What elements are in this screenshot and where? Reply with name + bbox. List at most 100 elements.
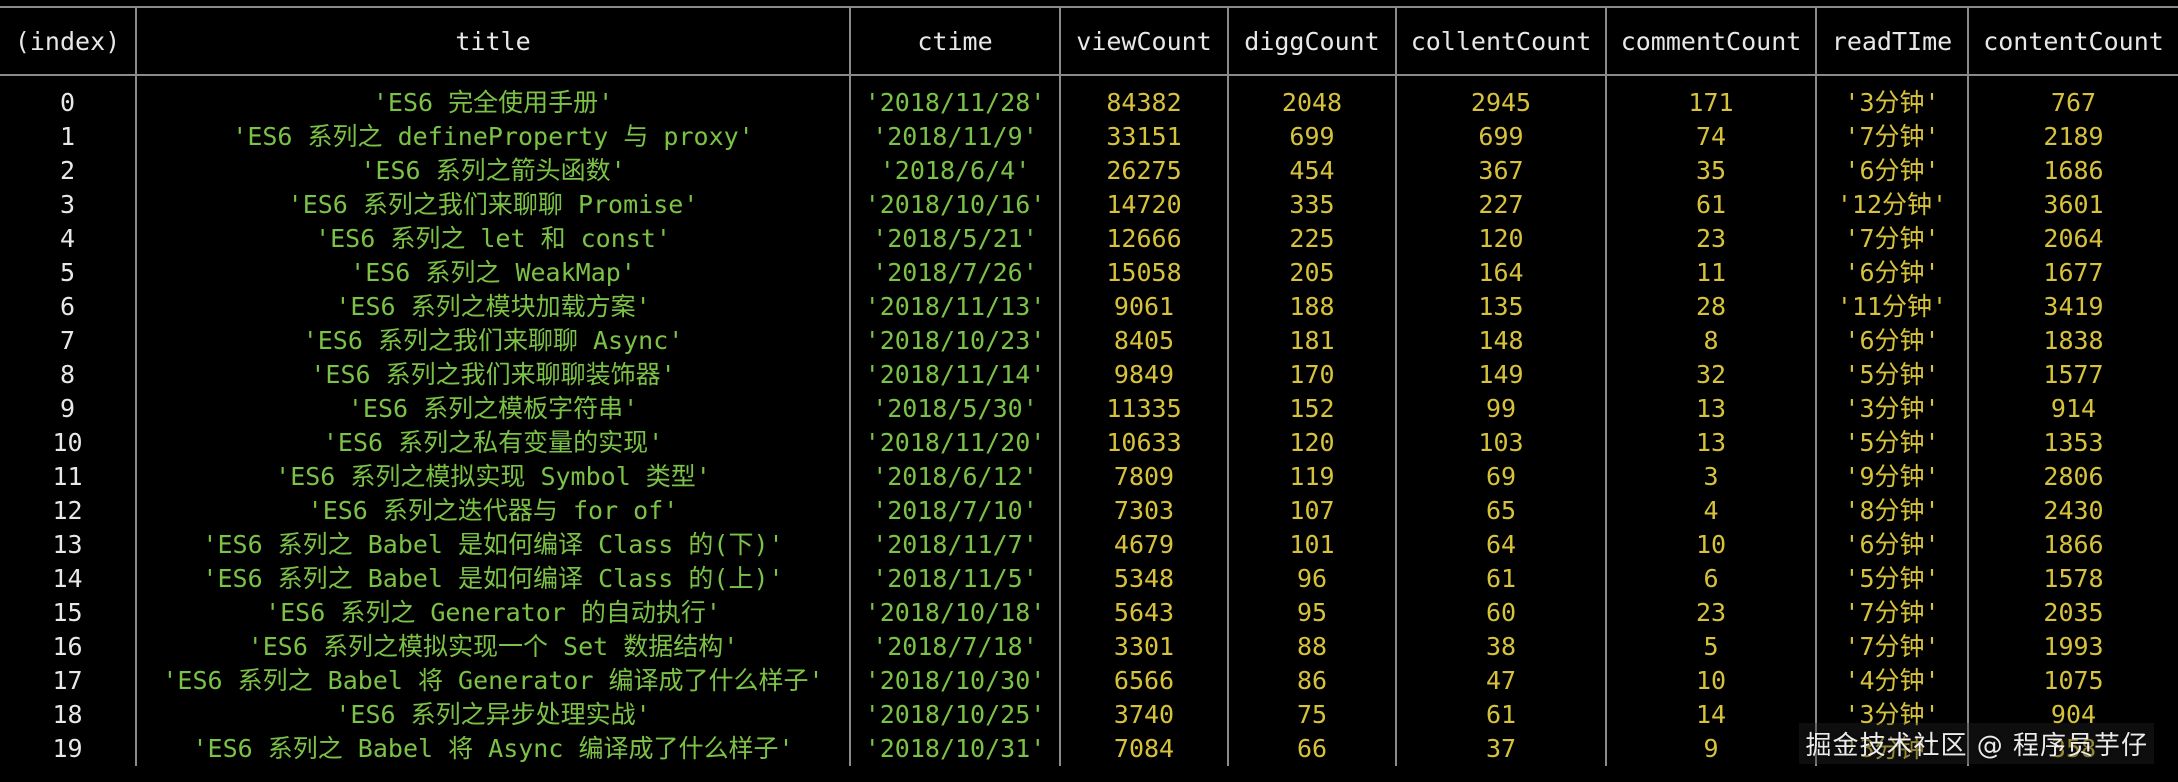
cell-title: 'ES6 系列之 Babel 是如何编译 Class 的(上)' bbox=[135, 562, 850, 596]
cell-collentcount: 47 bbox=[1395, 664, 1606, 698]
cell-title: 'ES6 系列之箭头函数' bbox=[135, 154, 850, 188]
cell-collentcount: 367 bbox=[1395, 154, 1606, 188]
cell-diggcount: 335 bbox=[1227, 188, 1396, 222]
cell-commentcount: 28 bbox=[1605, 290, 1816, 324]
cell-title: 'ES6 系列之模板字符串' bbox=[135, 392, 850, 426]
cell-collentcount: 135 bbox=[1395, 290, 1606, 324]
cell-viewcount: 9849 bbox=[1059, 358, 1228, 392]
header-viewcount: viewCount bbox=[1059, 7, 1228, 76]
cell-viewcount: 7084 bbox=[1059, 732, 1228, 766]
cell-readtime: '7分钟' bbox=[1815, 596, 1968, 630]
cell-viewcount: 10633 bbox=[1059, 426, 1228, 460]
cell-readtime: '3分钟' bbox=[1815, 86, 1968, 120]
cell-ctime: '2018/6/4' bbox=[849, 154, 1060, 188]
cell-ctime: '2018/11/28' bbox=[849, 86, 1060, 120]
cell-title: 'ES6 系列之 let 和 const' bbox=[135, 222, 850, 256]
cell-contentcount: 2064 bbox=[1967, 222, 2178, 256]
cell-diggcount: 107 bbox=[1227, 494, 1396, 528]
cell-title: 'ES6 系列之模拟实现一个 Set 数据结构' bbox=[135, 630, 850, 664]
table-row: 3 'ES6 系列之我们来聊聊 Promise' '2018/10/16' 14720… bbox=[0, 188, 2178, 222]
cell-contentcount: 3601 bbox=[1967, 188, 2178, 222]
cell-commentcount: 61 bbox=[1605, 188, 1816, 222]
cell-ctime: '2018/7/10' bbox=[849, 494, 1060, 528]
cell-commentcount: 171 bbox=[1605, 86, 1816, 120]
cell-diggcount: 101 bbox=[1227, 528, 1396, 562]
table-row: 6 'ES6 系列之模块加载方案' '2018/11/13' 9061 188 135 28… bbox=[0, 290, 2178, 324]
table-row: 7 'ES6 系列之我们来聊聊 Async' '2018/10/23' 8405 181… bbox=[0, 324, 2178, 358]
cell-diggcount: 66 bbox=[1227, 732, 1396, 766]
cell-viewcount: 3740 bbox=[1059, 698, 1228, 732]
cell-index: 16 bbox=[52, 632, 83, 661]
table-row: 14 'ES6 系列之 Babel 是如何编译 Class 的(上)' '2018/… bbox=[0, 562, 2178, 596]
table-row: 11 'ES6 系列之模拟实现 Symbol 类型' '2018/6/12' 7809… bbox=[0, 460, 2178, 494]
cell-ctime: '2018/10/18' bbox=[849, 596, 1060, 630]
cell-readtime: '8分钟' bbox=[1815, 494, 1968, 528]
cell-ctime: '2018/11/13' bbox=[849, 290, 1060, 324]
cell-diggcount: 170 bbox=[1227, 358, 1396, 392]
cell-title: 'ES6 系列之异步处理实战' bbox=[135, 698, 850, 732]
cell-readtime: '6分钟' bbox=[1815, 154, 1968, 188]
cell-readtime: '11分钟' bbox=[1815, 290, 1968, 324]
cell-diggcount: 699 bbox=[1227, 120, 1396, 154]
cell-ctime: '2018/10/30' bbox=[849, 664, 1060, 698]
cell-index: 8 bbox=[59, 360, 76, 389]
cell-contentcount: 1353 bbox=[1967, 426, 2178, 460]
cell-title: 'ES6 系列之 WeakMap' bbox=[135, 256, 850, 290]
cell-readtime: '7分钟' bbox=[1815, 630, 1968, 664]
cell-readtime: '9分钟' bbox=[1815, 460, 1968, 494]
cell-ctime: '2018/11/9' bbox=[849, 120, 1060, 154]
cell-commentcount: 10 bbox=[1605, 528, 1816, 562]
cell-readtime: '7分钟' bbox=[1815, 120, 1968, 154]
cell-viewcount: 5348 bbox=[1059, 562, 1228, 596]
cell-title: 'ES6 完全使用手册' bbox=[135, 86, 850, 120]
cell-collentcount: 65 bbox=[1395, 494, 1606, 528]
cell-collentcount: 227 bbox=[1395, 188, 1606, 222]
header-commentcount: commentCount bbox=[1605, 7, 1816, 76]
cell-commentcount: 3 bbox=[1605, 460, 1816, 494]
cell-index: 6 bbox=[59, 292, 76, 321]
cell-title: 'ES6 系列之模拟实现 Symbol 类型' bbox=[135, 460, 850, 494]
cell-contentcount: 2035 bbox=[1967, 596, 2178, 630]
cell-diggcount: 205 bbox=[1227, 256, 1396, 290]
cell-commentcount: 4 bbox=[1605, 494, 1816, 528]
cell-index: 19 bbox=[52, 734, 83, 763]
cell-contentcount: 2806 bbox=[1967, 460, 2178, 494]
cell-ctime: '2018/7/26' bbox=[849, 256, 1060, 290]
cell-collentcount: 2945 bbox=[1395, 86, 1606, 120]
cell-viewcount: 33151 bbox=[1059, 120, 1228, 154]
cell-title: 'ES6 系列之私有变量的实现' bbox=[135, 426, 850, 460]
cell-commentcount: 23 bbox=[1605, 222, 1816, 256]
cell-collentcount: 164 bbox=[1395, 256, 1606, 290]
header-contentcount: contentCount bbox=[1967, 7, 2178, 76]
cell-index: 12 bbox=[52, 496, 83, 525]
cell-readtime: '6分钟' bbox=[1815, 528, 1968, 562]
table-row: 13 'ES6 系列之 Babel 是如何编译 Class 的(下)' '2018/… bbox=[0, 528, 2178, 562]
cell-collentcount: 38 bbox=[1395, 630, 1606, 664]
cell-commentcount: 23 bbox=[1605, 596, 1816, 630]
cell-index: 5 bbox=[59, 258, 76, 287]
cell-collentcount: 69 bbox=[1395, 460, 1606, 494]
cell-viewcount: 7303 bbox=[1059, 494, 1228, 528]
cell-title: 'ES6 系列之模块加载方案' bbox=[135, 290, 850, 324]
cell-contentcount: 914 bbox=[1967, 392, 2178, 426]
cell-index: 10 bbox=[52, 428, 83, 457]
cell-viewcount: 3301 bbox=[1059, 630, 1228, 664]
cell-readtime: '3分钟' bbox=[1815, 392, 1968, 426]
cell-index: 1 bbox=[59, 122, 76, 151]
cell-title: 'ES6 系列之我们来聊聊 Async' bbox=[135, 324, 850, 358]
cell-ctime: '2018/11/14' bbox=[849, 358, 1060, 392]
cell-contentcount: 1686 bbox=[1967, 154, 2178, 188]
table-row: 12 'ES6 系列之迭代器与 for of' '2018/7/10' 7303 107… bbox=[0, 494, 2178, 528]
cell-collentcount: 61 bbox=[1395, 698, 1606, 732]
cell-diggcount: 88 bbox=[1227, 630, 1396, 664]
cell-commentcount: 32 bbox=[1605, 358, 1816, 392]
cell-contentcount: 1993 bbox=[1967, 630, 2178, 664]
header-title: title bbox=[135, 7, 850, 76]
cell-collentcount: 61 bbox=[1395, 562, 1606, 596]
table-row: 1 'ES6 系列之 defineProperty 与 proxy' '2018/1… bbox=[0, 120, 2178, 154]
cell-contentcount: 3419 bbox=[1967, 290, 2178, 324]
cell-index: 18 bbox=[52, 700, 83, 729]
cell-diggcount: 96 bbox=[1227, 562, 1396, 596]
cell-contentcount: 2189 bbox=[1967, 120, 2178, 154]
cell-collentcount: 60 bbox=[1395, 596, 1606, 630]
